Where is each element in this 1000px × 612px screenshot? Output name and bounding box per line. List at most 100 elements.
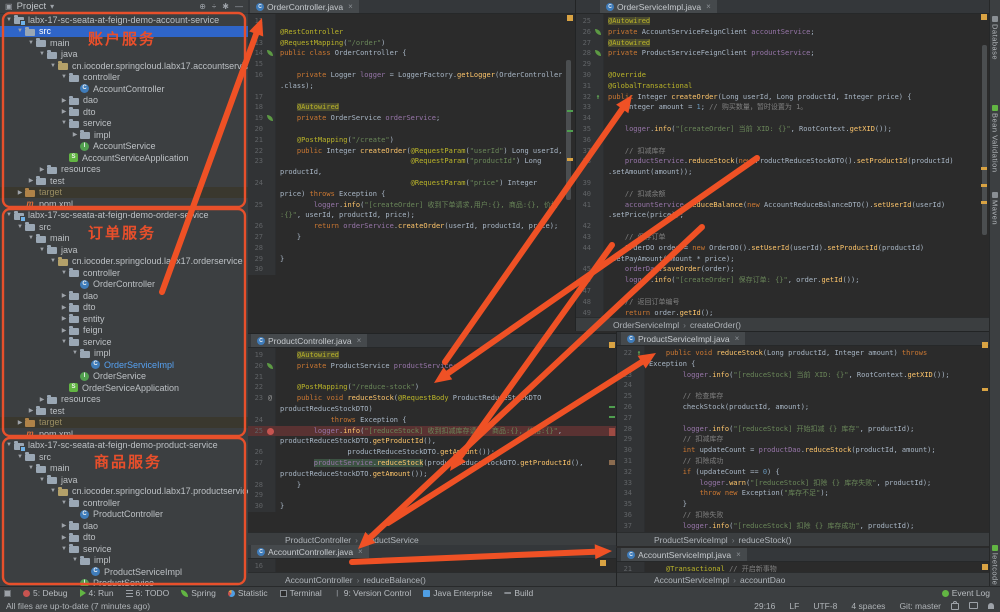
code-line[interactable]: 44 OrderDO order = new OrderDO().setUser… <box>576 243 991 254</box>
tree-item[interactable]: ▶ dao <box>0 290 248 302</box>
close-icon[interactable]: × <box>706 2 711 11</box>
expand-arrow-icon[interactable]: ▼ <box>15 224 25 230</box>
tree-item[interactable]: ▼ java <box>0 474 248 486</box>
code-line[interactable]: 25 // 检查库存 <box>617 391 991 402</box>
expand-arrow-icon[interactable]: ▼ <box>59 500 69 506</box>
code-line[interactable]: 20 <box>248 124 575 135</box>
breadcrumb-item[interactable]: AccountServiceImpl <box>654 575 729 585</box>
tree-item[interactable]: C OrderServiceImpl <box>0 359 248 371</box>
code-line[interactable]: 40 // 扣减余额 <box>576 189 991 200</box>
expand-arrow-icon[interactable]: ▶ <box>59 327 69 334</box>
code-line[interactable]: 39 <box>576 178 991 189</box>
expand-arrow-icon[interactable]: ▼ <box>59 339 69 345</box>
tree-item[interactable]: ▼ src <box>0 25 248 37</box>
tree-item[interactable]: ▼ java <box>0 49 248 61</box>
tree-item[interactable]: ▼ main <box>0 37 248 49</box>
code-line[interactable]: :{}", userId, productId, price); <box>248 210 575 221</box>
code-line[interactable]: productReduceStockDTO) <box>248 404 616 415</box>
toolwindow-statistic[interactable]: Statistic <box>227 588 268 598</box>
expand-arrow-icon[interactable]: ▶ <box>15 189 25 196</box>
code-line[interactable]: price) throws Exception { <box>248 189 575 200</box>
code-line[interactable]: 26 private AccountServiceFeignClient acco… <box>576 27 991 38</box>
tree-item[interactable]: C OrderController <box>0 279 248 291</box>
expand-arrow-icon[interactable]: ▼ <box>4 442 14 448</box>
code-line[interactable]: 30 int updateCount = productDao.reduceSt… <box>617 445 991 456</box>
expand-arrow-icon[interactable]: ▼ <box>48 488 58 494</box>
expand-arrow-icon[interactable]: ▼ <box>70 350 80 356</box>
code-line[interactable]: 27 } <box>248 232 575 243</box>
close-icon[interactable]: × <box>357 336 362 345</box>
editor-account-service-impl[interactable]: C AccountServiceImpl.java × 21 @Transaction… <box>616 548 991 586</box>
status-item[interactable]: Git: master <box>899 601 941 611</box>
notifications-icon[interactable] <box>988 602 994 609</box>
tree-item[interactable]: m pom.xml <box>0 198 248 210</box>
expand-arrow-icon[interactable]: ▼ <box>15 28 25 34</box>
code-line[interactable]: 23 @RequestParam("productId") Long <box>248 156 575 167</box>
code-line[interactable]: 27 @Autowired <box>576 38 991 49</box>
code-line[interactable]: productId, <box>248 167 575 178</box>
code-line[interactable]: 35 } <box>617 499 991 510</box>
code-line[interactable]: 36 <box>576 135 991 146</box>
breadcrumb-item[interactable]: ProductController <box>285 535 351 545</box>
code-line[interactable]: .setPrice(price)); <box>576 210 991 221</box>
code-line[interactable]: .setPayAmount(amount * price); <box>576 254 991 265</box>
toolwindow-version-control[interactable]: 9: Version Control <box>334 588 411 598</box>
code-line[interactable]: 19 @Autowired <box>248 350 616 361</box>
status-item[interactable]: 4 spaces <box>851 601 885 611</box>
code-line[interactable]: 43 // 保存订单 <box>576 232 991 243</box>
scrollbar-thumb[interactable] <box>982 45 987 235</box>
code-line[interactable]: 31 @GlobalTransactional <box>576 81 991 92</box>
expand-arrow-icon[interactable]: ▼ <box>15 454 25 460</box>
tree-item[interactable]: ▼ src <box>0 221 248 233</box>
breadcrumb-item[interactable]: reduceStock() <box>739 535 792 545</box>
screen-icon[interactable] <box>969 602 978 609</box>
expand-arrow-icon[interactable]: ▼ <box>4 17 14 23</box>
code-area[interactable]: 19 @Autowired 20 private ProductService p… <box>248 348 616 512</box>
tab-OrderServiceImpl.java[interactable]: C OrderServiceImpl.java × <box>600 0 717 13</box>
expand-arrow-icon[interactable]: ▶ <box>26 407 36 414</box>
toolwindow-java-enterprise[interactable]: Java Enterprise <box>423 588 492 598</box>
tree-item[interactable]: ▼ service <box>0 336 248 348</box>
close-icon[interactable]: × <box>736 550 741 559</box>
tree-item[interactable]: ▶ target <box>0 186 248 198</box>
editor-order-controller[interactable]: C OrderController.java × 11 12 @RestControlle… <box>248 0 575 333</box>
expand-arrow-icon[interactable]: ▶ <box>59 97 69 104</box>
expand-arrow-icon[interactable]: ▶ <box>59 292 69 299</box>
tab-OrderController.java[interactable]: C OrderController.java × <box>250 0 359 13</box>
toolwindow-spring[interactable]: Spring <box>181 588 216 598</box>
expand-arrow-icon[interactable]: ▼ <box>4 212 14 218</box>
breadcrumb-item[interactable]: OrderServiceImpl <box>613 320 679 330</box>
code-line[interactable]: 22 ↑ public void reduceStock(Long product… <box>617 348 991 359</box>
code-line[interactable]: 38 productService.reduceStock(new Produc… <box>576 156 991 167</box>
code-line[interactable]: 12 @RestController <box>248 27 575 38</box>
tree-item[interactable]: ▼ cn.iocoder.springcloud.labx17.productse… <box>0 486 248 498</box>
tab-AccountController.java[interactable]: C AccountController.java × <box>251 545 369 558</box>
code-line[interactable]: 14 public class OrderController { <box>248 48 575 59</box>
code-line[interactable]: 42 <box>576 221 991 232</box>
code-line[interactable]: 13 @RequestMapping("/order") <box>248 38 575 49</box>
tree-item[interactable]: ▼ controller <box>0 497 248 509</box>
code-line[interactable]: 32 ↑ public Integer createOrder(Long userI… <box>576 92 991 103</box>
code-area[interactable]: 22 ↑ public void reduceStock(Long product… <box>617 346 991 532</box>
expand-arrow-icon[interactable]: ▼ <box>26 465 36 471</box>
tree-item[interactable]: ▼ main <box>0 463 248 475</box>
code-area[interactable]: 25 @Autowired 26 private AccountServiceFeig… <box>576 14 991 319</box>
code-line[interactable]: 27 productService.reduceStock(productRed… <box>248 458 616 469</box>
code-line[interactable]: 41 accountService.reduceBalance(new Acco… <box>576 200 991 211</box>
close-icon[interactable]: × <box>358 547 363 556</box>
breadcrumb-item[interactable]: ProductServiceImpl <box>654 535 728 545</box>
tree-item[interactable]: ▼ controller <box>0 267 248 279</box>
tree-item[interactable]: ▼ controller <box>0 72 248 84</box>
tree-item[interactable]: ▼ service <box>0 543 248 555</box>
breadcrumb-item[interactable]: reduceBalance() <box>363 575 425 585</box>
code-line[interactable]: 27 <box>617 413 991 424</box>
hide-panel-icon[interactable]: — <box>235 2 243 11</box>
editor-order-service-impl[interactable]: C OrderServiceImpl.java × 25 @Autowired 26 pri… <box>575 0 991 331</box>
code-line[interactable]: 24 throws Exception { <box>248 415 616 426</box>
expand-arrow-icon[interactable]: ▼ <box>37 477 47 483</box>
code-line[interactable]: 16 private Logger logger = LoggerFactory… <box>248 70 575 81</box>
settings-gear-icon[interactable]: ✱ <box>222 2 229 11</box>
expand-arrow-icon[interactable]: ▶ <box>26 177 36 184</box>
tree-item[interactable]: ▶ dto <box>0 302 248 314</box>
expand-arrow-icon[interactable]: ▼ <box>59 546 69 552</box>
